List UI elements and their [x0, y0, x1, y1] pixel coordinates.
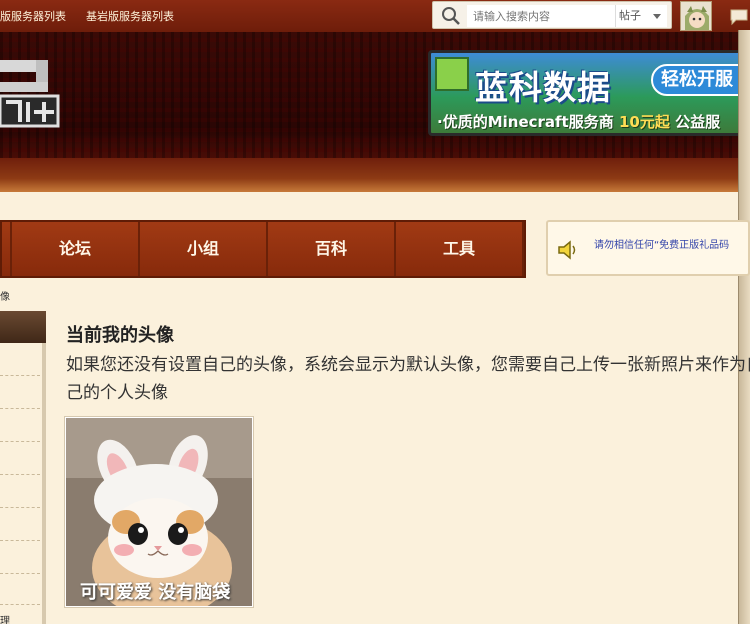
notification-icon[interactable]: [728, 6, 750, 26]
sidebar-item[interactable]: [0, 408, 40, 409]
nav-item-forum[interactable]: 论坛: [12, 222, 140, 276]
main-nav: 论坛 小组 百科 工具: [0, 220, 526, 278]
nav-item-home[interactable]: [2, 222, 12, 276]
sidebar-item[interactable]: [0, 441, 40, 442]
sidebar-item[interactable]: [0, 540, 40, 541]
avatar-caption: 可可爱爱 没有脑袋: [80, 582, 231, 603]
window-scrollbar[interactable]: [738, 30, 750, 624]
search-type-label: 帖子: [619, 9, 641, 22]
nav-item-tools[interactable]: 工具: [396, 222, 524, 276]
search-icon[interactable]: [441, 6, 461, 26]
search-box: 帖子: [432, 1, 672, 29]
sidebar-divider: [42, 343, 46, 624]
ad-banner[interactable]: 蓝科数据 轻松开服 ·优质的Minecraft服务商 10元起 公益服: [428, 50, 750, 136]
sidebar-header: [0, 311, 46, 343]
notice-text[interactable]: 请勿相信任何“免费正版礼品码: [594, 236, 729, 251]
user-avatar-icon: [681, 2, 711, 30]
breadcrumb[interactable]: 像: [0, 288, 10, 303]
sidebar-item[interactable]: [0, 474, 40, 475]
page-title: 当前我的头像: [66, 325, 174, 346]
banner-sub-prefix: ·优质的Minecraft服务商: [437, 113, 614, 131]
nav-item-groups[interactable]: 小组: [140, 222, 268, 276]
banner-mark-icon: [435, 57, 469, 91]
user-avatar[interactable]: [680, 1, 712, 31]
search-type-select[interactable]: 帖子: [615, 5, 667, 27]
java-server-list-link[interactable]: 版服务器列表: [0, 8, 66, 24]
speaker-icon: [558, 240, 576, 260]
banner-subtitle: ·优质的Minecraft服务商 10元起 公益服: [437, 111, 720, 132]
sidebar-item[interactable]: [0, 507, 40, 508]
sidebar-item-label[interactable]: 理: [0, 612, 10, 624]
chevron-down-icon: [653, 14, 661, 19]
banner-sub-price: 10元起: [618, 113, 670, 131]
sidebar-item[interactable]: [0, 573, 40, 574]
banner-cta-button[interactable]: 轻松开服: [651, 64, 747, 96]
nav-item-wiki[interactable]: 百科: [268, 222, 396, 276]
bedrock-server-list-link[interactable]: 基岩版服务器列表: [86, 8, 174, 24]
notice-box: 请勿相信任何“免费正版礼品码: [546, 220, 750, 276]
avatar-description: 如果您还没有设置自己的头像，系统会显示为默认头像，您需要自己上传一张新照片来作为…: [66, 355, 750, 403]
sidebar-item[interactable]: [0, 375, 40, 376]
banner-sub-suffix: 公益服: [675, 113, 721, 131]
banner-title: 蓝科数据: [475, 68, 611, 107]
top-bar: 版服务器列表 基岩版服务器列表 帖子: [0, 0, 750, 32]
site-logo[interactable]: [0, 52, 62, 138]
sidebar-item[interactable]: [0, 604, 40, 605]
header-bottom-band: [0, 158, 750, 192]
